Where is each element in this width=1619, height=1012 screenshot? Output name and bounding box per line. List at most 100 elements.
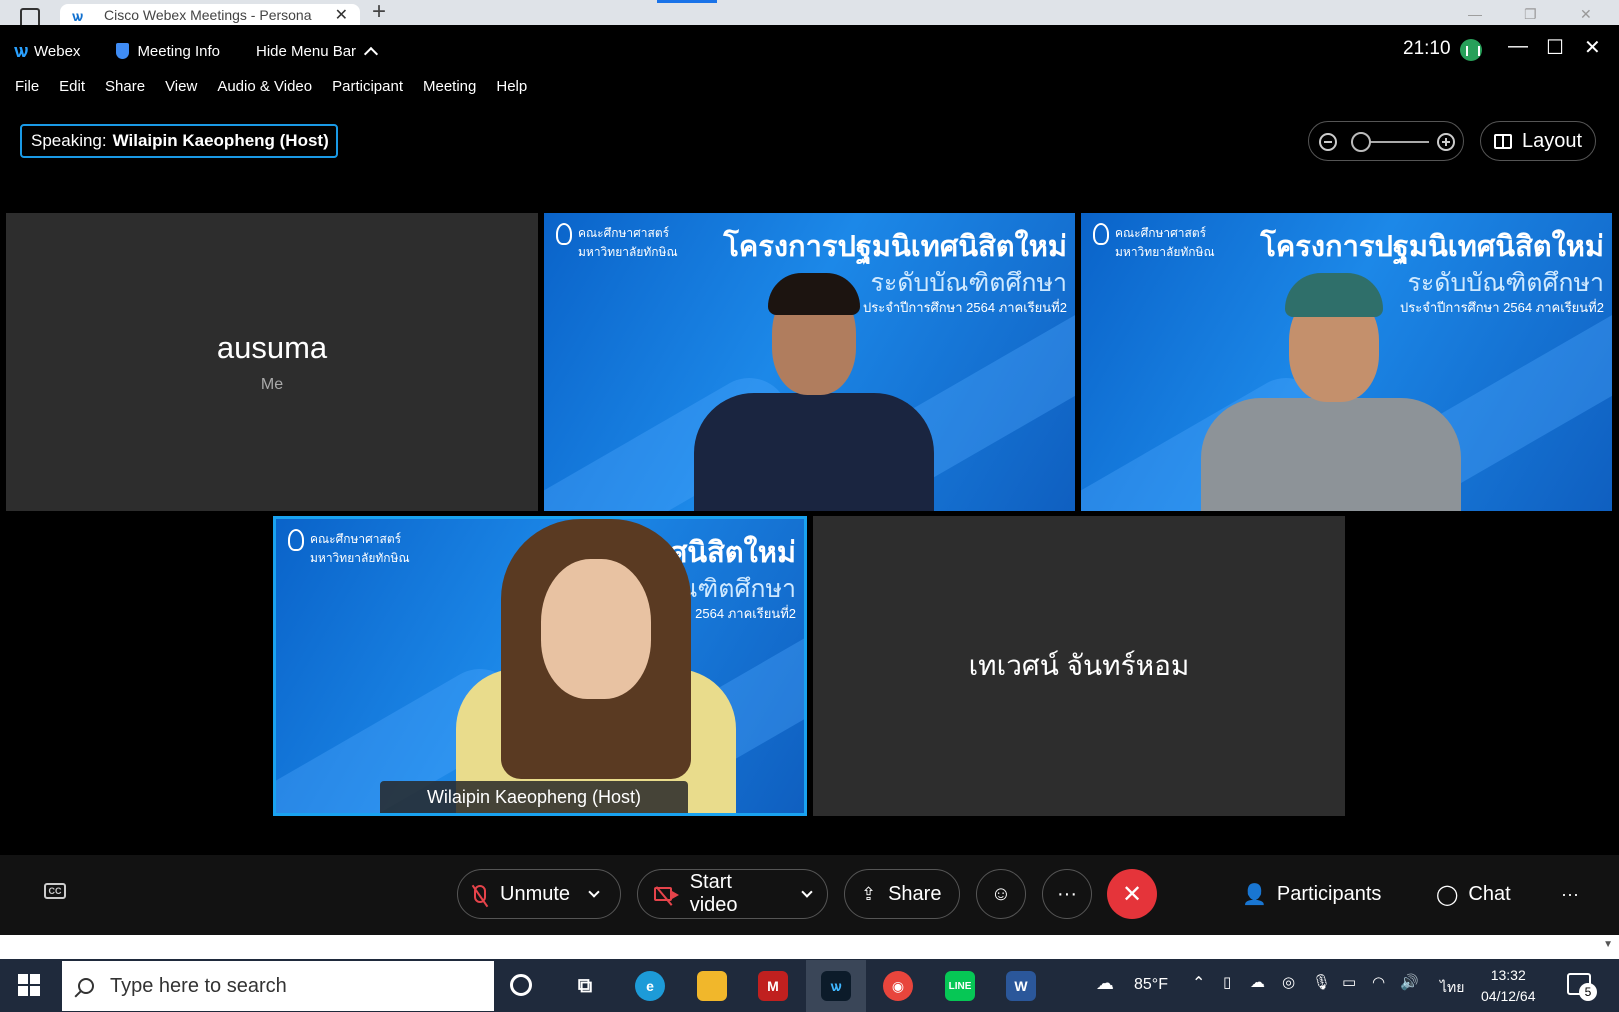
menu-view[interactable]: View	[165, 78, 197, 95]
video-tile-participant-2[interactable]: คณะศึกษาศาสตร์ มหาวิทยาลัยทักษิณ โครงการป…	[544, 213, 1075, 511]
faculty-logo: คณะศึกษาศาสตร์มหาวิทยาลัยทักษิณ	[1093, 223, 1215, 259]
notifications-icon[interactable]: 5	[1567, 973, 1597, 1001]
menu-meeting[interactable]: Meeting	[423, 78, 476, 95]
reactions-button[interactable]: ☺	[976, 869, 1026, 919]
new-tab-button[interactable]: +	[372, 0, 386, 24]
menu-participant[interactable]: Participant	[332, 78, 403, 95]
more-options-button[interactable]: ···	[1042, 869, 1092, 919]
smiley-icon: ☺	[990, 882, 1012, 905]
browser-minimize-icon[interactable]: —	[1468, 6, 1482, 22]
word-icon[interactable]: W	[1006, 971, 1036, 1001]
weather-icon[interactable]: ☁	[1096, 973, 1114, 994]
mcafee-icon[interactable]: M	[758, 971, 788, 1001]
battery-icon[interactable]: ▭	[1342, 973, 1356, 991]
taskbar-clock[interactable]: 13:32 04/12/64	[1481, 965, 1536, 1007]
overflow-menu-button[interactable]: ···	[1561, 869, 1579, 919]
minimize-icon[interactable]: —	[1508, 35, 1528, 58]
menu-help[interactable]: Help	[496, 78, 527, 95]
chevron-down-icon[interactable]	[801, 886, 813, 898]
search-placeholder: Type here to search	[110, 974, 287, 997]
university-text: มหาวิทยาลัยทักษิณ	[310, 551, 410, 565]
file-explorer-icon[interactable]	[697, 971, 727, 1001]
camera-off-icon	[654, 887, 679, 901]
hide-menu-bar-button[interactable]: Hide Menu Bar	[256, 43, 379, 61]
person-icon: 👤	[1242, 883, 1267, 906]
weather-temp[interactable]: 85°F	[1134, 976, 1168, 994]
meeting-info-button[interactable]: Meeting Info	[116, 43, 220, 60]
participant-name: เทเวศน์ จันทร์หอม	[968, 650, 1190, 681]
layout-button[interactable]: Layout	[1480, 121, 1596, 161]
task-view-icon[interactable]: ⧉	[570, 971, 600, 1001]
usb-icon[interactable]: ▯	[1223, 973, 1231, 991]
menu-file[interactable]: File	[15, 78, 39, 95]
university-text: มหาวิทยาลัยทักษิณ	[1115, 245, 1215, 259]
taskbar-time: 13:32	[1490, 967, 1526, 983]
browser-tab-webex[interactable]: ѡ Cisco Webex Meetings - Persona ✕	[60, 4, 360, 25]
layout-label: Layout	[1521, 129, 1583, 152]
speaking-indicator: Speaking: Wilaipin Kaeopheng (Host)	[20, 124, 338, 158]
zoom-knob[interactable]	[1351, 132, 1371, 152]
participant-name: ausuma	[216, 330, 328, 365]
chat-bubble-icon: ◯	[1436, 883, 1459, 906]
faculty-text: คณะศึกษาศาสตร์	[310, 532, 402, 547]
microphone-muted-icon	[474, 885, 486, 903]
notification-count: 5	[1579, 983, 1597, 1001]
close-icon[interactable]: ✕	[1584, 35, 1601, 60]
closed-captions-icon[interactable]: CC	[44, 883, 66, 899]
chevron-down-icon[interactable]	[588, 886, 600, 898]
university-seal-icon	[288, 529, 304, 551]
network-health-icon[interactable]	[1460, 39, 1482, 61]
tab-overview-icon[interactable]	[20, 8, 40, 25]
overflow-icon: ···	[1561, 883, 1579, 904]
meeting-control-bar: CC Unmute Start video ⇪ Share ☺ ··· ✕ 👤 …	[0, 855, 1619, 935]
faculty-text: คณะศึกษาศาสตร์	[1115, 226, 1207, 241]
search-icon	[78, 978, 94, 994]
leave-meeting-button[interactable]: ✕	[1107, 869, 1157, 919]
zoom-in-icon[interactable]	[1437, 133, 1455, 151]
menu-share[interactable]: Share	[105, 78, 145, 95]
webex-app-label[interactable]: ѡ Webex	[14, 41, 80, 62]
zoom-out-icon[interactable]	[1319, 133, 1337, 151]
video-tile-host[interactable]: คณะศึกษาศาสตร์ มหาวิทยาลัยทักษิณ นิเทศนิส…	[273, 516, 807, 816]
tab-accent	[657, 0, 717, 3]
start-video-button[interactable]: Start video	[637, 869, 828, 919]
windows-taskbar: Type here to search ⧉ e M ѡ ◉ LINE W ☁ 8…	[0, 959, 1619, 1012]
scroll-down-icon[interactable]: ▼	[1603, 939, 1613, 950]
edge-browser-icon[interactable]: e	[635, 971, 665, 1001]
show-hidden-icons[interactable]: ⌃	[1192, 973, 1205, 993]
taskbar-search-input[interactable]: Type here to search	[62, 961, 494, 1011]
speaker-icon[interactable]: 🔊	[1400, 973, 1419, 991]
input-language[interactable]: ไทย	[1440, 977, 1464, 999]
menu-edit[interactable]: Edit	[59, 78, 85, 95]
microphone-icon[interactable]: 🎙	[1312, 973, 1331, 991]
line-app-icon[interactable]: LINE	[945, 971, 975, 1001]
share-button[interactable]: ⇪ Share	[844, 869, 960, 919]
camera-icon[interactable]: ◎	[1282, 973, 1295, 991]
participants-button[interactable]: 👤 Participants	[1242, 869, 1381, 919]
unmute-button[interactable]: Unmute	[457, 869, 621, 919]
browser-restore-icon[interactable]: ❐	[1524, 6, 1537, 23]
faculty-logo: คณะศึกษาศาสตร์มหาวิทยาลัยทักษิณ	[288, 529, 410, 565]
participant-video-feed	[1201, 268, 1461, 511]
browser-close-icon[interactable]: ✕	[1580, 6, 1592, 23]
cortana-icon[interactable]	[510, 974, 532, 996]
menu-audio-video[interactable]: Audio & Video	[217, 78, 312, 95]
wifi-icon[interactable]: ◠	[1372, 973, 1385, 991]
video-tile-me[interactable]: ausuma Me	[6, 213, 538, 511]
onedrive-warning-icon[interactable]: ☁	[1250, 973, 1265, 991]
webex-taskbar-icon[interactable]: ѡ	[821, 971, 851, 1001]
close-tab-icon[interactable]: ✕	[335, 5, 348, 25]
chrome-icon[interactable]: ◉	[883, 971, 913, 1001]
university-seal-icon	[556, 223, 572, 245]
browser-tab-strip: ѡ Cisco Webex Meetings - Persona ✕ + — ❐…	[0, 0, 1619, 25]
chat-button[interactable]: ◯ Chat	[1436, 869, 1511, 919]
shield-icon	[116, 43, 130, 59]
browser-tab-title: Cisco Webex Meetings - Persona	[104, 6, 312, 23]
chat-label: Chat	[1468, 882, 1511, 905]
zoom-slider[interactable]	[1308, 121, 1464, 161]
video-tile-participant-5[interactable]: เทเวศน์ จันทร์หอม	[813, 516, 1345, 816]
maximize-icon[interactable]: ☐	[1546, 35, 1564, 60]
share-screen-icon: ⇪	[861, 883, 877, 904]
windows-start-icon[interactable]	[18, 974, 40, 996]
video-tile-participant-3[interactable]: คณะศึกษาศาสตร์ มหาวิทยาลัยทักษิณ โครงการป…	[1081, 213, 1612, 511]
